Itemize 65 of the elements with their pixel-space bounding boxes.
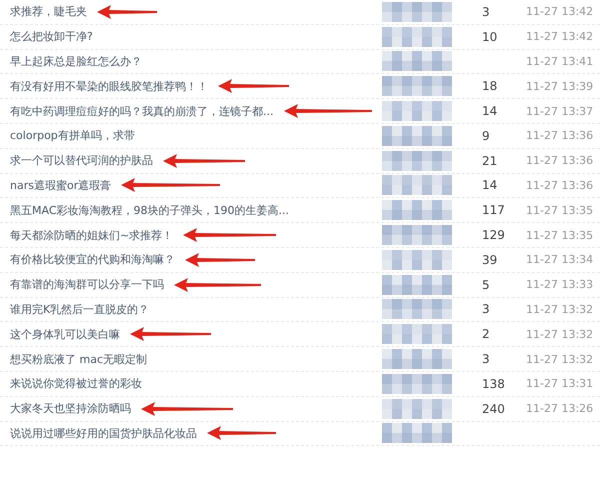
reply-count: 14 xyxy=(482,178,498,192)
post-time: 11-27 13:26 xyxy=(526,402,594,416)
pixelated-username xyxy=(382,2,452,22)
thread-title-link[interactable]: 有靠谱的海淘群可以分享一下吗 xyxy=(10,277,164,292)
pixelated-username xyxy=(382,76,452,96)
reply-count: 10 xyxy=(482,30,498,44)
reply-count: 5 xyxy=(482,278,490,292)
pixelated-username xyxy=(382,200,452,220)
thread-title-link[interactable]: nars遮瑕蜜or遮瑕膏 xyxy=(10,178,112,193)
thread-title-link[interactable]: 怎么把妆卸干净? xyxy=(10,29,93,44)
pixelated-username xyxy=(382,101,452,122)
thread-title-link[interactable]: 谁用完K乳然后一直脱皮的？ xyxy=(10,302,150,317)
thread-title-link[interactable]: 有价格比较便宜的代购和海淘嘛？ xyxy=(10,252,175,268)
reply-count: 2 xyxy=(482,327,490,342)
post-time: 11-27 13:32 xyxy=(526,328,594,341)
pixelated-username xyxy=(382,398,452,419)
reply-count: 240 xyxy=(482,402,505,416)
reply-count: 129 xyxy=(482,228,505,242)
thread-title-link[interactable]: 说说用过哪些好用的国货护肤品化妆品 xyxy=(10,426,197,441)
post-time: 11-27 13:35 xyxy=(526,204,594,217)
reply-count: 18 xyxy=(482,79,498,94)
thread-title-link[interactable]: 黑五MAC彩妆海淘教程，98块的子弹头，190的生姜高... xyxy=(10,202,289,218)
post-time: 11-27 13:33 xyxy=(526,278,594,292)
post-time: 11-27 13:34 xyxy=(526,253,594,266)
post-time: 11-27 13:36 xyxy=(526,129,594,142)
pixelated-username xyxy=(382,374,452,394)
thread-title-link[interactable]: 早上起床总是脸红怎么办？ xyxy=(10,54,142,69)
thread-title-link[interactable]: 来说说你觉得被过誉的彩妆 xyxy=(10,376,142,392)
reply-count: 9 xyxy=(482,128,490,143)
pixelated-username xyxy=(382,324,452,344)
post-time: 11-27 13:35 xyxy=(526,228,594,242)
reply-count: 39 xyxy=(482,252,498,267)
thread-title-link[interactable]: colorpop有拼单吗，求带 xyxy=(10,128,135,144)
reply-count: 3 xyxy=(482,302,490,316)
thread-title-link[interactable]: 求推荐，睫毛夹 xyxy=(10,4,87,20)
post-time: 11-27 13:42 xyxy=(526,5,594,18)
post-time: 11-27 13:41 xyxy=(526,54,594,68)
thread-title-link[interactable]: 求一个可以替代珂润的护肤品 xyxy=(10,153,153,168)
post-time: 11-27 13:32 xyxy=(526,352,594,366)
post-time: 11-27 13:31 xyxy=(526,377,594,390)
reply-count: 21 xyxy=(482,154,498,168)
thread-title-link[interactable]: 有吃中药调理痘痘好的吗？我真的崩溃了，连镜子都... xyxy=(10,104,274,119)
pixelated-username xyxy=(382,26,452,47)
post-time: 11-27 13:37 xyxy=(526,104,594,118)
thread-title-link[interactable]: 想买粉底液了 mac无暇定制 xyxy=(10,352,148,367)
post-time: 11-27 13:39 xyxy=(526,80,594,93)
reply-count: 117 xyxy=(482,203,505,218)
post-time: 11-27 13:36 xyxy=(526,154,594,168)
pixelated-username xyxy=(382,274,452,295)
post-time: 11-27 13:36 xyxy=(526,178,594,192)
pixelated-username xyxy=(382,150,452,171)
thread-title-link[interactable]: 每天都涂防晒的姐妹们~求推荐！ xyxy=(10,228,174,243)
post-time: 11-27 13:32 xyxy=(526,302,594,316)
thread-title-link[interactable]: 大家冬天也坚持涂防晒吗 xyxy=(10,401,131,416)
pixelated-username xyxy=(382,225,452,246)
pixelated-username xyxy=(382,349,452,370)
thread-title-link[interactable]: 这个身体乳可以美白嘛 xyxy=(10,326,120,342)
reply-count: 14 xyxy=(482,104,498,118)
reply-count: 3 xyxy=(482,352,490,366)
pixelated-username xyxy=(382,126,452,146)
post-time: 11-27 13:42 xyxy=(526,30,594,44)
pixelated-username xyxy=(382,250,452,270)
thread-title-link[interactable]: 有没有好用不晕染的眼线胶笔推荐鸭！！ xyxy=(10,78,208,94)
reply-count: 3 xyxy=(482,4,490,19)
reply-count: 138 xyxy=(482,376,505,391)
